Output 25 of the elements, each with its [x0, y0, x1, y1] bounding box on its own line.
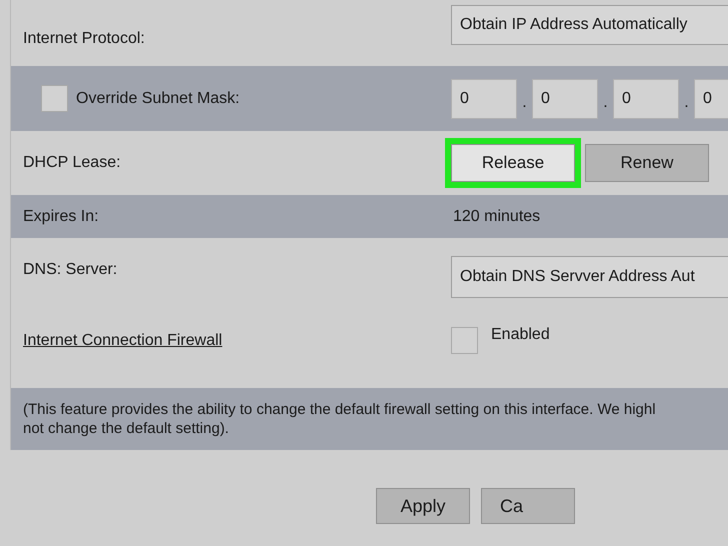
checkbox[interactable]: [451, 327, 478, 354]
note-text: (This feature provides the ability to change the default firewall setting on this interface. We highl: [23, 400, 657, 419]
octet-field[interactable]: 0: [613, 78, 679, 118]
checkbox-label: Enabled: [491, 324, 550, 344]
field-label: Override Subnet Mask:: [76, 88, 240, 108]
octet-field[interactable]: 0: [532, 78, 598, 118]
lease-button[interactable]: Renew: [585, 144, 709, 182]
field-label: Internet Protocol:: [22, 29, 146, 49]
form-button[interactable]: Apply: [376, 488, 470, 524]
field-label: Expires In:: [22, 206, 100, 226]
dropdown[interactable]: Obtain IP Address Automatically: [451, 5, 728, 45]
field-label: DHCP Lease:: [22, 153, 122, 173]
firewall-link[interactable]: Internet Connection Firewall: [23, 332, 222, 348]
field-value: 120 minutes: [453, 206, 540, 226]
checkbox[interactable]: [41, 85, 68, 112]
dot-separator: .: [602, 92, 609, 112]
form-button[interactable]: Ca: [481, 488, 575, 524]
dot-separator: .: [683, 92, 690, 112]
lease-button[interactable]: Release: [451, 144, 575, 182]
octet-field[interactable]: 0: [694, 78, 728, 118]
octet-field[interactable]: 0: [451, 78, 517, 118]
field-label: DNS: Server:: [22, 260, 118, 280]
dropdown[interactable]: Obtain DNS Servver Address Aut: [451, 256, 728, 298]
note-text: not change the default setting).: [23, 419, 230, 438]
dot-separator: .: [521, 92, 528, 112]
